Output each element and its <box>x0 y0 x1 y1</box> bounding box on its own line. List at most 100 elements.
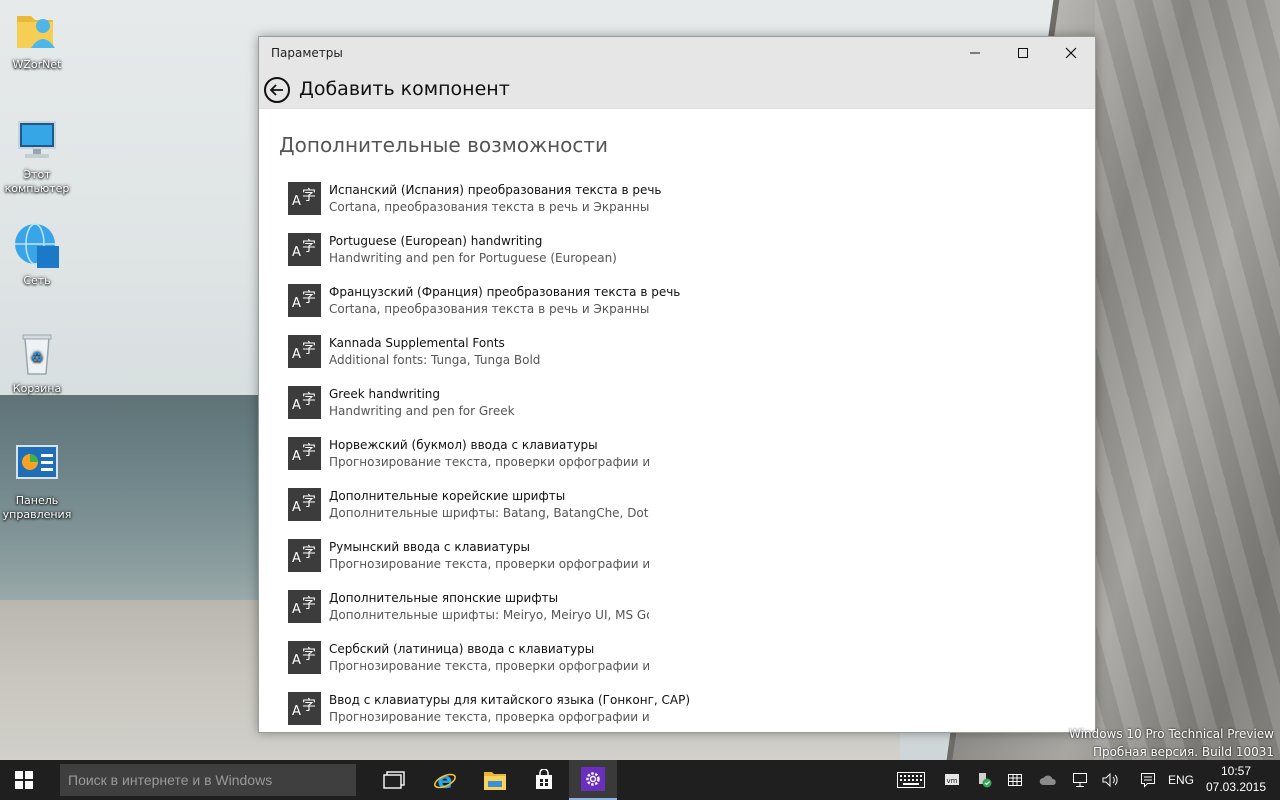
language-feature-icon: A字 <box>288 437 321 470</box>
list-item[interactable]: A字 Норвежский (букмол) ввода с клавиатур… <box>288 437 708 488</box>
feature-name: Испанский (Испания) преобразования текст… <box>329 183 662 197</box>
window-titlebar[interactable]: Параметры <box>259 37 1095 69</box>
recycle-bin-icon: ♻ <box>13 330 61 378</box>
list-item[interactable]: A字 Ввод с клавиатуры для китайского язык… <box>288 692 708 732</box>
network-icon <box>1073 773 1087 787</box>
language-feature-icon: A字 <box>288 488 321 521</box>
settings-window: Параметры Добавить компонент Дополнитель… <box>258 36 1096 733</box>
maximize-button[interactable] <box>1000 37 1046 69</box>
maximize-icon <box>1018 48 1028 58</box>
store-bag-icon <box>536 769 552 789</box>
feature-name: Portuguese (European) handwriting <box>329 234 543 248</box>
list-item[interactable]: A字 Сербский (латиница) ввода с клавиатур… <box>288 641 708 692</box>
svg-text:vm: vm <box>947 777 958 785</box>
desktop-icon-wzornet[interactable]: WZorNet <box>0 6 74 72</box>
tray-grid-icon[interactable] <box>1003 760 1027 800</box>
feature-description: Handwriting and pen for Greek <box>329 404 515 418</box>
speaker-icon <box>1102 772 1118 788</box>
language-feature-icon: A字 <box>288 233 321 266</box>
list-item[interactable]: A字 Portuguese (European) handwriting Han… <box>288 233 708 284</box>
feature-name: Сербский (латиница) ввода с клавиатуры <box>329 642 595 656</box>
task-view-icon <box>383 771 405 789</box>
watermark-build: Пробная версия. Build 10031 <box>1092 745 1274 759</box>
svg-text:e: e <box>438 769 453 792</box>
tray-volume-icon[interactable] <box>1099 760 1123 800</box>
list-item[interactable]: A字 Дополнительные корейские шрифты Допол… <box>288 488 708 539</box>
control-panel-icon <box>13 442 61 490</box>
feature-description: Cortana, преобразования текста в речь и … <box>329 200 649 214</box>
desktop-icon-recycle-bin[interactable]: ♻ Корзина <box>0 330 74 396</box>
feature-description: Прогнозирование текста, проверки орфогра… <box>329 455 649 469</box>
system-clock[interactable]: 10:57 07.03.2015 <box>1200 763 1272 795</box>
feature-description: Additional fonts: Tunga, Tunga Bold <box>329 353 541 367</box>
desktop-icon-network[interactable]: Сеть <box>0 222 74 288</box>
start-button[interactable] <box>0 760 48 800</box>
taskbar-store[interactable] <box>520 760 568 800</box>
security-check-icon <box>979 773 992 788</box>
feature-description: Cortana, преобразования текста в речь и … <box>329 302 649 316</box>
tray-notifications-icon[interactable] <box>1136 760 1160 800</box>
feature-name: Ввод с клавиатуры для китайского языка (… <box>329 693 691 707</box>
build-watermark: Windows 10 Pro Technical Preview Пробная… <box>1069 725 1274 761</box>
page-header: Добавить компонент <box>259 69 1095 109</box>
task-view-button[interactable] <box>370 760 418 800</box>
page-title: Добавить компонент <box>299 78 510 100</box>
feature-name: Greek handwriting <box>329 387 441 401</box>
feature-description: Handwriting and pen for Portuguese (Euro… <box>329 251 617 265</box>
language-feature-icon: A字 <box>288 590 321 623</box>
content-area: Дополнительные возможности A字 Испанский … <box>259 109 1095 732</box>
desktop-icon-this-pc[interactable]: Этот компьютер <box>0 116 74 196</box>
list-item[interactable]: A字 Greek handwriting Handwriting and pen… <box>288 386 708 437</box>
keyboard-icon <box>897 772 925 788</box>
taskbar-file-explorer[interactable] <box>471 760 519 800</box>
list-item[interactable]: A字 Французский (Франция) преобразования … <box>288 284 708 335</box>
language-feature-icon: A字 <box>288 284 321 317</box>
feature-name: Французский (Франция) преобразования тек… <box>329 285 681 299</box>
tray-security-icon[interactable] <box>972 760 996 800</box>
minimize-button[interactable] <box>952 37 998 69</box>
feature-description: Прогнозирование текста, проверки орфогра… <box>329 557 649 571</box>
settings-gear-icon <box>581 767 605 791</box>
arrow-left-icon <box>270 84 283 96</box>
tray-network-icon[interactable] <box>1068 760 1092 800</box>
language-feature-icon: A字 <box>288 641 321 674</box>
list-item[interactable]: A字 Испанский (Испания) преобразования те… <box>288 182 708 233</box>
feature-name: Дополнительные японские шрифты <box>329 591 559 605</box>
list-item[interactable]: A字 Kannada Supplemental Fonts Additional… <box>288 335 708 386</box>
window-title: Параметры <box>271 46 343 60</box>
feature-description: Прогнозирование текста, проверки орфогра… <box>329 659 649 673</box>
desktop-icon-label: Панель управления <box>2 494 72 521</box>
tray-vm-icon[interactable]: vm <box>940 760 964 800</box>
back-button[interactable] <box>264 77 290 103</box>
desktop-icon-label: Корзина <box>12 382 62 395</box>
close-button[interactable] <box>1048 37 1094 69</box>
folder-icon <box>484 772 506 790</box>
language-feature-icon: A字 <box>288 539 321 572</box>
clock-time: 10:57 <box>1220 764 1252 778</box>
taskbar: Поиск в интернете и в Windows e vm ENG 1… <box>0 760 1280 800</box>
language-indicator[interactable]: ENG <box>1164 760 1198 800</box>
language-feature-icon: A字 <box>288 386 321 419</box>
taskbar-internet-explorer[interactable]: e <box>421 760 469 800</box>
list-item[interactable]: A字 Дополнительные японские шрифты Дополн… <box>288 590 708 641</box>
feature-name: Норвежский (букмол) ввода с клавиатуры <box>329 438 598 452</box>
list-item[interactable]: A字 Румынский ввода с клавиатуры Прогнози… <box>288 539 708 590</box>
wallpaper-wall-texture <box>1095 0 1280 760</box>
user-folder-icon <box>13 6 61 54</box>
cloud-icon <box>1039 775 1056 785</box>
desktop-icon-label: Сеть <box>23 274 51 287</box>
optional-features-list: A字 Испанский (Испания) преобразования те… <box>288 182 708 732</box>
taskbar-settings[interactable] <box>569 760 617 800</box>
search-input[interactable]: Поиск в интернете и в Windows <box>60 764 356 796</box>
tray-onedrive-icon[interactable] <box>1036 760 1060 800</box>
desktop-icon-control-panel[interactable]: Панель управления <box>0 442 74 522</box>
desktop-icon-label: Этот компьютер <box>4 168 70 195</box>
minimize-icon <box>970 52 980 54</box>
touch-keyboard-button[interactable] <box>894 760 928 800</box>
internet-explorer-icon: e <box>434 769 456 792</box>
language-feature-icon: A字 <box>288 182 321 215</box>
desktop-icon-label: WZorNet <box>12 58 62 71</box>
computer-icon <box>13 116 61 164</box>
network-globe-icon <box>13 222 61 270</box>
feature-description: Дополнительные шрифты: Meiryo, Meiryo UI… <box>329 608 649 622</box>
